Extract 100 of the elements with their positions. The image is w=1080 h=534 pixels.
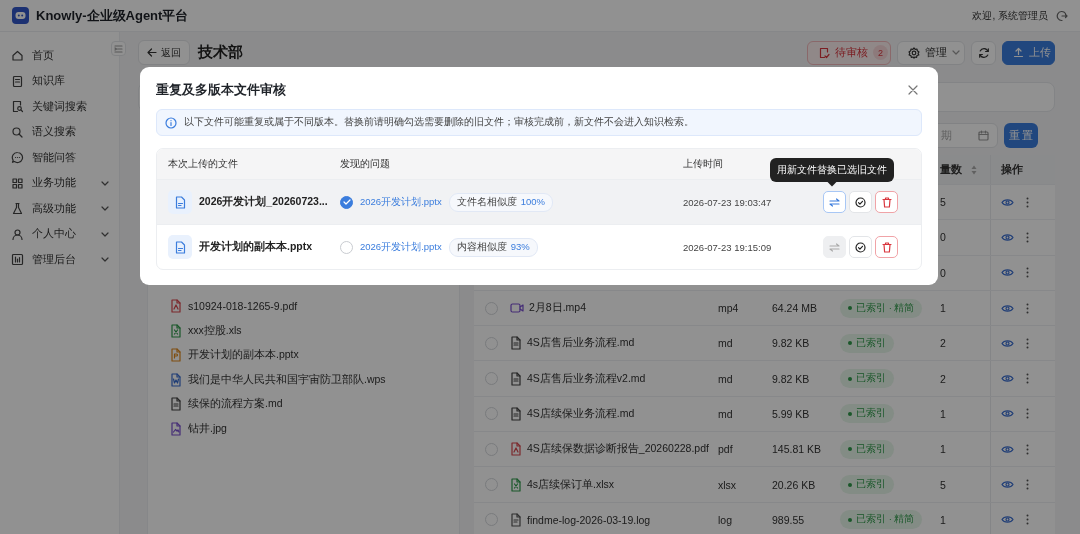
settings-icon — [908, 46, 920, 59]
more-icon[interactable] — [1026, 196, 1029, 208]
dashboard-icon — [11, 253, 24, 267]
reset-button[interactable]: 重 置 — [1004, 123, 1038, 148]
refresh-icon — [977, 46, 990, 59]
review-document-icon — [818, 46, 830, 59]
file-icon — [170, 323, 182, 338]
document-icon — [174, 240, 186, 254]
delete-button[interactable] — [875, 236, 898, 258]
grid-icon — [11, 176, 24, 190]
close-button[interactable] — [908, 85, 918, 95]
eye-icon[interactable] — [1001, 444, 1014, 454]
upload-button[interactable]: 上传 — [1002, 40, 1055, 65]
similarity-tag: 文件名相似度 100% — [448, 192, 554, 212]
upload-time: 2026-07-23 19:15:09 — [683, 241, 772, 253]
sidebar-item[interactable]: 关键词搜索 — [0, 94, 119, 120]
manage-button[interactable]: 管理 — [897, 40, 965, 65]
old-file-checkbox[interactable] — [340, 240, 353, 254]
more-icon[interactable] — [1026, 373, 1029, 385]
eye-icon[interactable] — [1001, 338, 1014, 348]
more-icon[interactable] — [1026, 302, 1029, 314]
file-tree-item[interactable]: s10924-018-1265-9.pdf — [170, 294, 459, 319]
vector-count: 5 — [940, 196, 946, 209]
sidebar-item[interactable]: 知识库 — [0, 68, 119, 94]
checkmark-icon — [342, 199, 351, 205]
file-tree-item[interactable]: xxx控股.xls — [170, 318, 459, 343]
file-size: 64.24 MB — [772, 302, 817, 315]
file-tree-item[interactable]: 我们是中华人民共和国宇宙防卫部队.wps — [170, 367, 459, 392]
sidebar-item[interactable]: 个人中心 — [0, 221, 119, 247]
refresh-button[interactable] — [971, 40, 996, 65]
file-name[interactable]: 4S店续保数据诊断报告_20260228.pdf — [527, 442, 709, 457]
eye-icon[interactable] — [1001, 480, 1014, 489]
column-header: 量数 — [936, 162, 990, 177]
sidebar-item[interactable]: 高级功能 — [0, 196, 119, 222]
file-type: md — [718, 337, 733, 350]
person-icon — [11, 227, 24, 241]
more-icon[interactable] — [1026, 337, 1029, 349]
more-icon[interactable] — [1026, 231, 1029, 243]
eye-icon[interactable] — [1001, 409, 1014, 419]
more-icon[interactable] — [1026, 267, 1029, 279]
eye-icon[interactable] — [1001, 268, 1014, 278]
document-icon — [174, 195, 186, 209]
more-icon[interactable] — [1026, 514, 1029, 526]
approve-button[interactable] — [849, 236, 872, 258]
trash-icon — [881, 196, 892, 208]
file-name[interactable]: 4S店售后业务流程.md — [527, 336, 635, 351]
file-name[interactable]: 2月8日.mp4 — [529, 301, 587, 316]
file-tree-item[interactable]: 开发计划的副本本.pptx — [170, 343, 459, 368]
eye-icon[interactable] — [1001, 515, 1014, 525]
arrow-left-icon — [147, 48, 157, 57]
vector-count: 5 — [940, 478, 946, 491]
info-icon — [165, 116, 177, 129]
vector-count: 2 — [940, 337, 946, 350]
sidebar-item[interactable]: 智能问答 — [0, 145, 119, 171]
file-size: 145.81 KB — [772, 443, 822, 456]
file-size: 20.26 KB — [772, 478, 816, 491]
file-icon — [510, 406, 522, 421]
file-name[interactable]: 4s店续保订单.xlsx — [527, 477, 615, 492]
flask-icon — [11, 202, 24, 216]
file-name[interactable]: 4S店续保业务流程.md — [527, 406, 635, 421]
file-icon — [510, 442, 522, 457]
eye-icon[interactable] — [1001, 232, 1014, 242]
file-name[interactable]: findme-log-2026-03-19.log — [527, 513, 651, 526]
document-search-icon — [11, 100, 24, 114]
upload-icon — [1013, 47, 1024, 58]
existing-file-link[interactable]: 2026开发计划.pptx — [360, 240, 442, 254]
eye-icon[interactable] — [1001, 374, 1014, 384]
review-row[interactable]: 2026开发计划_20260723... 2026开发计划.pptx 文件名相似度 100% 2026-07-23 19:03:47 — [157, 179, 921, 224]
file-name[interactable]: 4S店售后业务流程v2.md — [527, 371, 646, 386]
vector-count: 2 — [940, 372, 946, 385]
sidebar-item[interactable]: 管理后台 — [0, 247, 119, 273]
file-type: xlsx — [718, 478, 737, 491]
file-tree-item[interactable]: 钻井.jpg — [170, 416, 459, 441]
status-tag: 已索引 — [840, 404, 894, 424]
review-row[interactable]: 开发计划的副本本.pptx 2026开发计划.pptx 内容相似度 93% 2026-07-23 19:15:09 — [157, 224, 921, 269]
file-size: 9.82 KB — [772, 372, 810, 385]
book-icon — [11, 74, 24, 88]
approve-button[interactable] — [849, 191, 872, 213]
more-icon[interactable] — [1026, 408, 1029, 420]
status-tag: 已索引 — [840, 333, 894, 353]
file-tree-item[interactable]: 续保的流程方案.md — [170, 392, 459, 417]
pending-review-button[interactable]: 待审核 2 — [807, 40, 891, 65]
old-file-checkbox[interactable] — [340, 195, 353, 209]
more-icon[interactable] — [1026, 443, 1029, 455]
uploaded-file-name: 开发计划的副本本.pptx — [199, 240, 313, 254]
sidebar-item[interactable]: 语义搜索 — [0, 119, 119, 145]
tooltip: 用新文件替换已选旧文件 — [770, 158, 894, 186]
status-tag: 已索引 — [840, 439, 894, 459]
back-button[interactable]: 返回 — [138, 40, 190, 65]
eye-icon[interactable] — [1001, 303, 1014, 313]
file-icon — [510, 477, 522, 492]
delete-button[interactable] — [875, 191, 898, 213]
file-icon — [170, 421, 182, 436]
logout-icon[interactable] — [1056, 9, 1068, 22]
file-type: log — [718, 513, 732, 526]
more-icon[interactable] — [1026, 479, 1029, 490]
similarity-tag: 内容相似度 93% — [448, 237, 538, 257]
eye-icon[interactable] — [1001, 197, 1014, 207]
existing-file-link[interactable]: 2026开发计划.pptx — [360, 195, 442, 209]
sidebar-item[interactable]: 业务功能 — [0, 170, 119, 196]
